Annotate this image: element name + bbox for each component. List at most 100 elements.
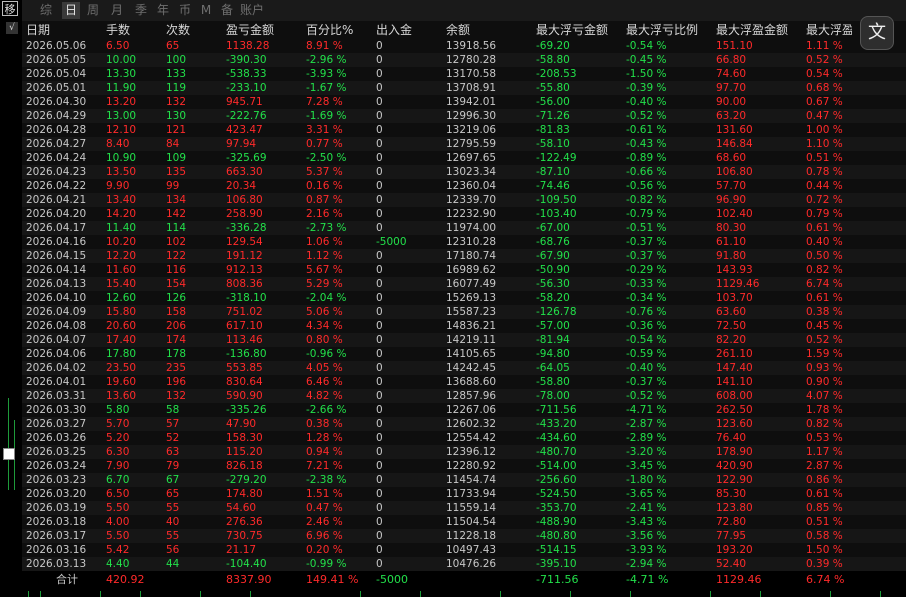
table-row[interactable]: 2026.04.17 11.40 114 -336.28 -2.73 % 0 11974.0… [22, 221, 906, 235]
table-row[interactable]: 2026.04.02 23.50 235 553.85 4.05 % 0 14242.45 -… [22, 361, 906, 375]
tab-5[interactable]: 年 [154, 2, 172, 19]
table-row[interactable]: 2026.03.13 4.40 44 -104.40 -0.99 % 0 10476.26 -… [22, 557, 906, 571]
cell-dd_pct: -0.36 % [626, 320, 667, 332]
cell-lots: 13.20 [106, 96, 137, 108]
table-row[interactable]: 2026.03.30 5.80 58 -335.26 -2.66 % 0 12267.06 -… [22, 403, 906, 417]
cell-fp_amt: 131.60 [716, 124, 753, 136]
table-row[interactable]: 2026.05.06 6.50 65 1138.28 8.91 % 0 13918.56 -6… [22, 39, 906, 53]
column-header[interactable]: 百分比% [306, 21, 353, 39]
translate-button[interactable]: 文 [860, 16, 894, 50]
tick-mark [40, 591, 41, 597]
cell-fp_pct: 0.51 % [806, 516, 843, 528]
cell-date: 2026.04.14 [26, 264, 87, 276]
cell-pnl: 106.80 [226, 194, 263, 206]
cell-dd_pct: -0.33 % [626, 278, 667, 290]
cell-dd_pct: -0.43 % [626, 138, 667, 150]
table-row[interactable]: 2026.04.27 8.40 84 97.94 0.77 % 0 12795.59 -58.… [22, 137, 906, 151]
column-header[interactable]: 余额 [446, 21, 470, 39]
column-header[interactable]: 最大浮盈比 [806, 21, 852, 39]
tab-9[interactable]: 账户 [238, 2, 266, 19]
tab-6[interactable]: 币 [176, 2, 194, 19]
cell-count: 134 [166, 194, 187, 206]
cell-dd_amt: -524.50 [536, 488, 577, 500]
tick-mark [710, 591, 711, 597]
tab-3[interactable]: 月 [108, 2, 126, 19]
cell-balance: 11559.14 [446, 502, 497, 514]
cell-dd_amt: -55.80 [536, 82, 570, 94]
tab-4[interactable]: 季 [132, 2, 150, 19]
table-row[interactable]: 2026.04.28 12.10 121 423.47 3.31 % 0 13219.06 -… [22, 123, 906, 137]
table-row[interactable]: 2026.04.10 12.60 126 -318.10 -2.04 % 0 15269.1… [22, 291, 906, 305]
cell-balance: 13918.56 [446, 40, 497, 52]
checkbox-icon[interactable]: √ [6, 22, 18, 34]
cell-fp_amt: 82.20 [716, 334, 747, 346]
table-row[interactable]: 2026.04.20 14.20 142 258.90 2.16 % 0 12232.90 -… [22, 207, 906, 221]
table-row[interactable]: 2026.03.18 4.00 40 276.36 2.46 % 0 11504.54 -48… [22, 515, 906, 529]
column-header[interactable]: 日期 [26, 21, 50, 39]
table-row[interactable]: 2026.04.08 20.60 206 617.10 4.34 % 0 14836.21 -… [22, 319, 906, 333]
cell-dd_amt: -50.90 [536, 264, 570, 276]
table-row[interactable]: 2026.03.26 5.20 52 158.30 1.28 % 0 12554.42 -43… [22, 431, 906, 445]
table-row[interactable]: 2026.05.01 11.90 119 -233.10 -1.67 % 0 13708.9… [22, 81, 906, 95]
table-row[interactable]: 2026.04.14 11.60 116 912.13 5.67 % 0 16989.62 -… [22, 263, 906, 277]
cell-fp_amt: 76.40 [716, 432, 747, 444]
tab-0[interactable]: 综 [36, 2, 56, 19]
table-row[interactable]: 2026.04.01 19.60 196 830.64 6.46 % 0 13688.60 -… [22, 375, 906, 389]
cell-fp_amt: 80.30 [716, 222, 747, 234]
column-header[interactable]: 最大浮亏金额 [536, 21, 608, 39]
cell-flow: 0 [376, 68, 383, 80]
cell-pnl: -136.80 [226, 348, 267, 360]
cell-balance: 15587.23 [446, 306, 497, 318]
table-row[interactable]: 2026.04.23 13.50 135 663.30 5.37 % 0 13023.34 -… [22, 165, 906, 179]
cell-dd_pct: -3.56 % [626, 530, 667, 542]
tab-2[interactable]: 周 [84, 2, 102, 19]
table-row[interactable]: 2026.04.15 12.20 122 191.12 1.12 % 0 17180.74 -… [22, 249, 906, 263]
table-row[interactable]: 2026.04.21 13.40 134 106.80 0.87 % 0 12339.70 -… [22, 193, 906, 207]
table-row[interactable]: 2026.03.23 6.70 67 -279.20 -2.38 % 0 11454.74 -… [22, 473, 906, 487]
mode-icon[interactable]: 移 [2, 1, 18, 16]
table-row[interactable]: 2026.04.30 13.20 132 945.71 7.28 % 0 13942.01 -… [22, 95, 906, 109]
daily-stats-table: 日期 手数 次数 盈亏金额 百分比% 出入金 余额 最大浮亏金额 最大浮亏比例 最大浮盈金额 最大浮… [22, 21, 906, 575]
cell-date: 2026.03.26 [26, 432, 87, 444]
table-row[interactable]: 2026.03.16 5.42 56 21.17 0.20 % 0 10497.43 -514… [22, 543, 906, 557]
table-row[interactable]: 2026.03.19 5.50 55 54.60 0.47 % 0 11559.14 -353… [22, 501, 906, 515]
cell-fp_amt: 63.60 [716, 306, 747, 318]
table-row[interactable]: 2026.03.20 6.50 65 174.80 1.51 % 0 11733.94 -52… [22, 487, 906, 501]
column-header[interactable]: 次数 [166, 21, 190, 39]
tick-mark [630, 591, 631, 597]
table-row[interactable]: 2026.05.05 10.00 100 -390.30 -2.96 % 0 12780.2… [22, 53, 906, 67]
tab-1[interactable]: 日 [62, 2, 80, 19]
cell-pct: 1.28 % [306, 432, 343, 444]
cell-count: 44 [166, 558, 180, 570]
column-header[interactable]: 手数 [106, 21, 130, 39]
cell-dd_amt: -94.80 [536, 348, 570, 360]
table-row[interactable]: 2026.04.29 13.00 130 -222.76 -1.69 % 0 12996.3… [22, 109, 906, 123]
column-header[interactable]: 出入金 [376, 21, 412, 39]
table-row[interactable]: 2026.04.07 17.40 174 113.46 0.80 % 0 14219.11 -… [22, 333, 906, 347]
table-row[interactable]: 2026.03.25 6.30 63 115.20 0.94 % 0 12396.12 -48… [22, 445, 906, 459]
table-row[interactable]: 2026.03.31 13.60 132 590.90 4.82 % 0 12857.96 -… [22, 389, 906, 403]
table-row[interactable]: 2026.03.17 5.50 55 730.75 6.96 % 0 11228.18 -48… [22, 529, 906, 543]
table-row[interactable]: 2026.04.06 17.80 178 -136.80 -0.96 % 0 14105.6… [22, 347, 906, 361]
table-row[interactable]: 2026.03.24 7.90 79 826.18 7.21 % 0 12280.92 -51… [22, 459, 906, 473]
table-row[interactable]: 2026.05.04 13.30 133 -538.33 -3.93 % 0 13170.5… [22, 67, 906, 81]
cell-fp_amt: 122.90 [716, 474, 753, 486]
cell-dd_pct: -1.50 % [626, 68, 667, 80]
table-row[interactable]: 2026.04.16 10.20 102 129.54 1.06 % -5000 12310… [22, 235, 906, 249]
column-header[interactable]: 最大浮亏比例 [626, 21, 698, 39]
tab-7[interactable]: M [198, 2, 214, 19]
table-row[interactable]: 2026.04.22 9.90 99 20.34 0.16 % 0 12360.04 -74.… [22, 179, 906, 193]
table-row[interactable]: 2026.04.13 15.40 154 808.36 5.29 % 0 16077.49 -… [22, 277, 906, 291]
column-header[interactable]: 最大浮盈金额 [716, 21, 788, 39]
cell-flow: 0 [376, 292, 383, 304]
cell-count: 158 [166, 306, 187, 318]
table-row[interactable]: 2026.04.09 15.80 158 751.02 5.06 % 0 15587.23 -… [22, 305, 906, 319]
table-row[interactable]: 2026.04.24 10.90 109 -325.69 -2.50 % 0 12697.6… [22, 151, 906, 165]
cell-date: 2026.04.08 [26, 320, 87, 332]
cell-dd_amt: -67.90 [536, 250, 570, 262]
column-header[interactable]: 盈亏金额 [226, 21, 274, 39]
cell-fp_pct: 0.90 % [806, 376, 843, 388]
slider-handle[interactable] [3, 448, 15, 460]
table-row[interactable]: 2026.03.27 5.70 57 47.90 0.38 % 0 12602.32 -433… [22, 417, 906, 431]
tab-8[interactable]: 备 [218, 2, 236, 19]
